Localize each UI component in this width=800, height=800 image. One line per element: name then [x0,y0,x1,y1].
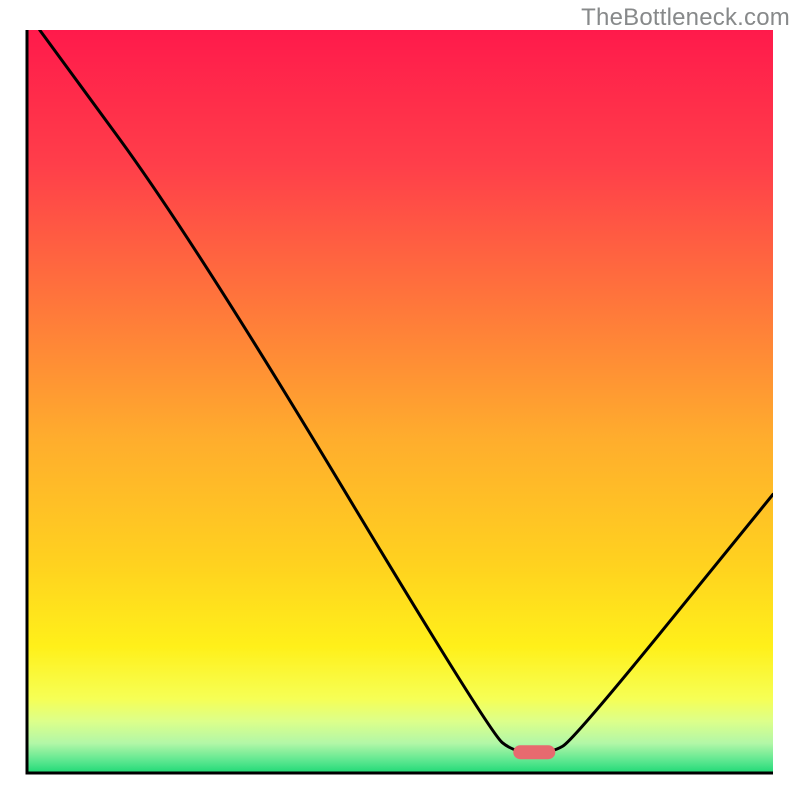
target-marker [513,745,555,759]
bottleneck-chart [0,0,800,800]
watermark-text: TheBottleneck.com [581,4,790,32]
chart-container: TheBottleneck.com [0,0,800,800]
plot-background [27,30,773,773]
